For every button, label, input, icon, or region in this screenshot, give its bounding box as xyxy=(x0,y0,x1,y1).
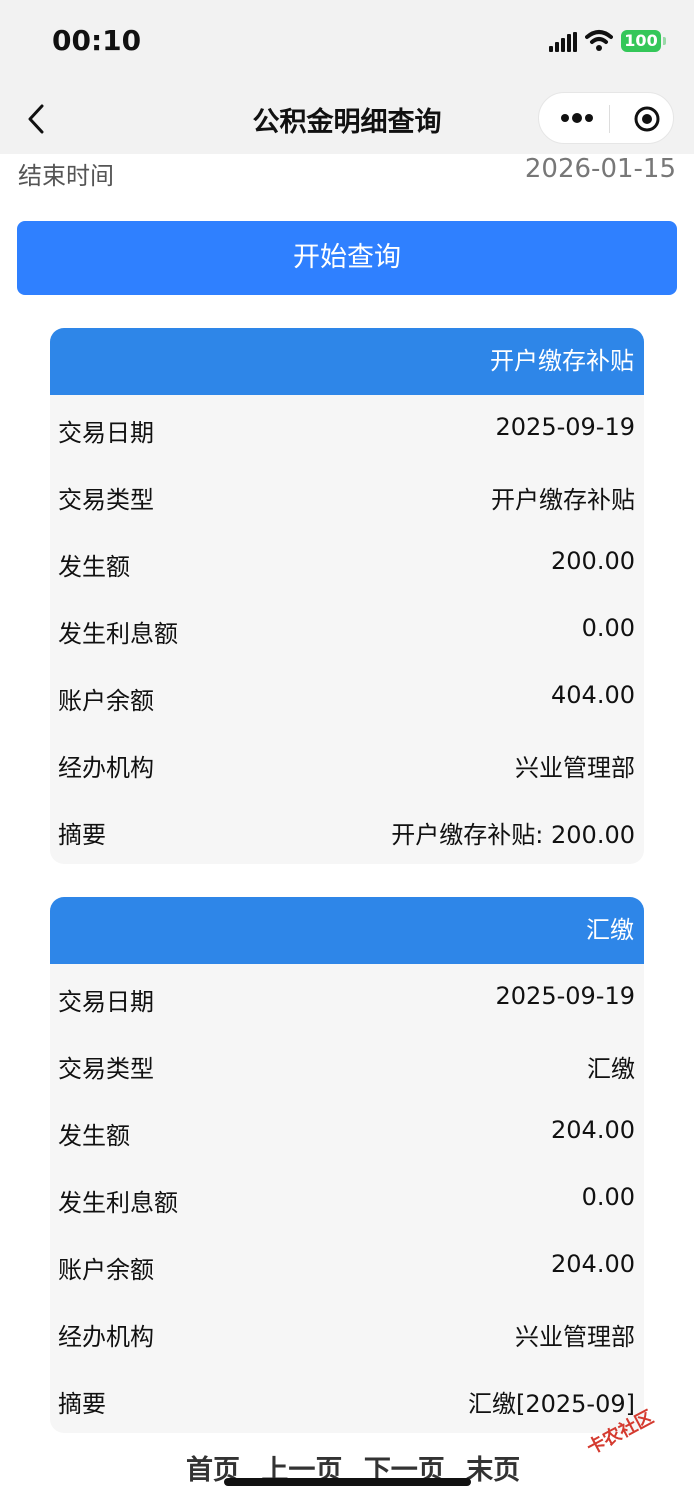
record-row: 账户余额 404.00 xyxy=(50,663,644,730)
end-time-row[interactable]: 结束时间 2026-01-15 xyxy=(0,154,694,194)
last-page-link[interactable]: 末页 xyxy=(466,1455,520,1486)
record-card: 开户缴存补贴 交易日期 2025-09-19 交易类型 开户缴存补贴 发生额 2… xyxy=(50,328,644,864)
field-label: 发生额 xyxy=(58,1122,130,1150)
start-query-button[interactable]: 开始查询 xyxy=(17,221,677,295)
record-row: 经办机构 兴业管理部 xyxy=(50,730,644,797)
field-label: 摘要 xyxy=(58,1390,106,1418)
record-row: 发生额 200.00 xyxy=(50,529,644,596)
field-value: 0.00 xyxy=(581,614,635,642)
field-value: 2025-09-19 xyxy=(495,982,635,1010)
field-label: 发生利息额 xyxy=(58,1189,178,1217)
field-value: 汇缴 xyxy=(587,1055,635,1083)
record-row: 交易类型 汇缴 xyxy=(50,1031,644,1098)
field-label: 交易日期 xyxy=(58,419,154,447)
status-bar: 00:10 100 xyxy=(0,0,694,84)
field-value: 开户缴存补贴: 200.00 xyxy=(391,821,635,849)
field-value: 兴业管理部 xyxy=(515,1323,635,1351)
battery-icon: 100 xyxy=(621,30,661,52)
field-value: 开户缴存补贴 xyxy=(491,486,635,514)
field-label: 账户余额 xyxy=(58,1256,154,1284)
nav-bar: 公积金明细查询 xyxy=(0,84,694,154)
record-header: 开户缴存补贴 xyxy=(50,328,644,395)
field-label: 账户余额 xyxy=(58,687,154,715)
record-row: 发生利息额 0.00 xyxy=(50,596,644,663)
field-value: 204.00 xyxy=(551,1250,635,1278)
field-label: 交易类型 xyxy=(58,1055,154,1083)
wifi-icon xyxy=(585,30,613,51)
field-label: 经办机构 xyxy=(58,754,154,782)
record-card: 汇缴 交易日期 2025-09-19 交易类型 汇缴 发生额 204.00 发生… xyxy=(50,897,644,1433)
field-value: 兴业管理部 xyxy=(515,754,635,782)
field-label: 交易类型 xyxy=(58,486,154,514)
field-label: 交易日期 xyxy=(58,988,154,1016)
field-value: 404.00 xyxy=(551,681,635,709)
record-row: 摘要 汇缴[2025-09] xyxy=(50,1366,644,1433)
record-row: 账户余额 204.00 xyxy=(50,1232,644,1299)
record-row: 发生额 204.00 xyxy=(50,1098,644,1165)
field-value: 200.00 xyxy=(551,547,635,575)
field-value: 0.00 xyxy=(581,1183,635,1211)
field-label: 发生利息额 xyxy=(58,620,178,648)
field-value: 汇缴[2025-09] xyxy=(467,1390,635,1418)
field-label: 经办机构 xyxy=(58,1323,154,1351)
miniprogram-capsule xyxy=(538,92,674,144)
status-time: 00:10 xyxy=(52,24,142,57)
cellular-signal-icon xyxy=(549,32,577,52)
home-indicator xyxy=(224,1478,471,1486)
record-header: 汇缴 xyxy=(50,897,644,964)
record-row: 交易日期 2025-09-19 xyxy=(50,395,644,462)
field-label: 摘要 xyxy=(58,821,106,849)
more-icon[interactable] xyxy=(559,107,595,129)
capsule-divider xyxy=(609,105,610,133)
close-target-icon[interactable] xyxy=(633,105,661,133)
end-time-value[interactable]: 2026-01-15 xyxy=(525,154,676,184)
field-value: 204.00 xyxy=(551,1116,635,1144)
record-row: 交易日期 2025-09-19 xyxy=(50,964,644,1031)
record-row: 摘要 开户缴存补贴: 200.00 xyxy=(50,797,644,864)
field-value: 2025-09-19 xyxy=(495,413,635,441)
battery-tip xyxy=(663,37,666,45)
field-label: 发生额 xyxy=(58,553,130,581)
end-time-label: 结束时间 xyxy=(18,162,114,190)
record-row: 经办机构 兴业管理部 xyxy=(50,1299,644,1366)
record-row: 交易类型 开户缴存补贴 xyxy=(50,462,644,529)
record-row: 发生利息额 0.00 xyxy=(50,1165,644,1232)
